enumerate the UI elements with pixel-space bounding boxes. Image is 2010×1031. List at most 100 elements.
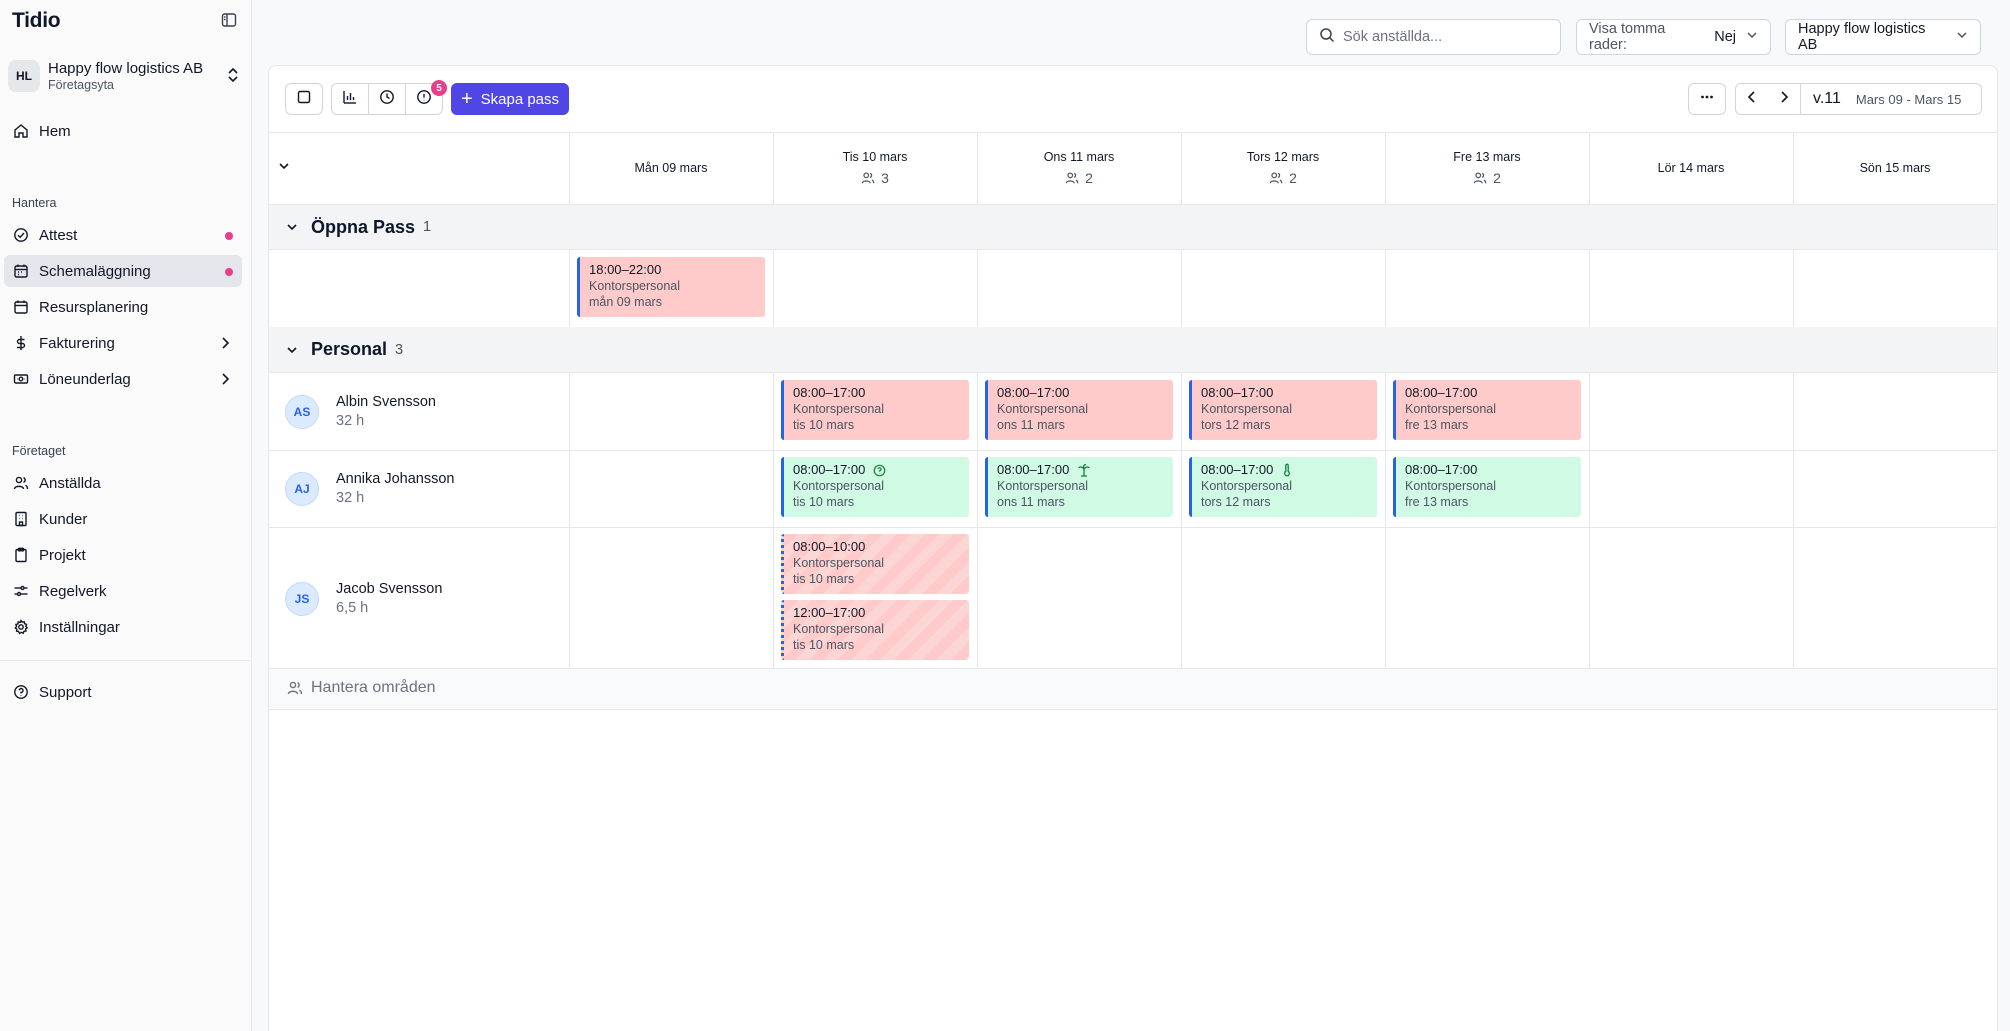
sidebar-item-label: Löneunderlag (39, 370, 131, 388)
search-box[interactable] (1306, 19, 1561, 55)
col-line (977, 132, 978, 204)
sidebar-item-payroll[interactable]: Löneunderlag (4, 363, 242, 395)
day-label: Mån 09 mars (634, 161, 708, 175)
shift-date: tors 12 mars (1201, 418, 1271, 432)
sidebar-item-attest[interactable]: Attest (4, 219, 242, 251)
col-line (1181, 132, 1182, 204)
notification-dot (225, 268, 233, 276)
sidebar-item-resource-planning[interactable]: Resursplanering (4, 291, 242, 323)
group-title: Öppna Pass (311, 216, 416, 237)
sidebar-item-schedule[interactable]: Schemaläggning (4, 255, 242, 287)
sidebar-item-rules[interactable]: Regelverk (4, 575, 242, 607)
workspace-switcher[interactable]: HL Happy flow logistics AB Företagsyta (8, 56, 244, 96)
sidebar-item-employees[interactable]: Anställda (4, 467, 242, 499)
manage-areas-label: Hantera områden (311, 679, 436, 696)
select-all-button[interactable] (285, 83, 323, 115)
collapse-all-button[interactable] (277, 159, 291, 177)
shift-role: Kontorspersonal (997, 402, 1089, 416)
shift-time-row: 08:00–17:00 (1201, 462, 1377, 478)
next-week-button[interactable] (1768, 84, 1800, 114)
col-line (1589, 250, 1590, 327)
shift-card[interactable]: 08:00–17:00 Kontorspersonal ons 11 mars (985, 380, 1173, 440)
week-number[interactable]: v.11 (1813, 90, 1841, 108)
section-label-company: Företaget (12, 444, 66, 458)
employee-row-header[interactable]: AS Albin Svensson 32 h (285, 394, 436, 429)
check-circle-icon (13, 227, 29, 243)
alert-circle-icon (416, 89, 432, 109)
week-range: Mars 09 - Mars 15 (1855, 91, 1962, 107)
search-icon (1319, 27, 1335, 47)
chevrons-up-down-icon (226, 66, 240, 88)
col-line (1589, 132, 1590, 204)
shift-card[interactable]: 08:00–17:00 Kontorspersonal tis 10 mars (781, 380, 969, 440)
group-title: Personal (311, 339, 388, 359)
group-staff[interactable]: Personal 3 (269, 327, 1997, 373)
divider (1800, 84, 1801, 114)
employee-hours: 32 h (336, 413, 365, 429)
sidebar-item-home[interactable]: Hem (4, 115, 242, 147)
col-line (773, 132, 774, 204)
sidebar-item-customers[interactable]: Kunder (4, 503, 242, 535)
row-border (269, 527, 1997, 528)
col-line (1385, 373, 1386, 668)
sidebar-item-label: Kunder (39, 510, 88, 528)
shift-role: Kontorspersonal (1201, 402, 1293, 416)
sidebar-item-invoicing[interactable]: Fakturering (4, 327, 242, 359)
shift-card[interactable]: 08:00–17:00 Kontorspersonal fre 13 mars (1393, 457, 1581, 517)
company-select[interactable]: Happy flow logistics AB (1785, 19, 1981, 55)
shift-card[interactable]: 08:00–17:00 Kontorspersonal tors 12 mars (1189, 380, 1377, 440)
employee-row-header[interactable]: AJ Annika Johansson 32 h (285, 471, 455, 506)
sidebar-item-support[interactable]: Support (4, 676, 242, 708)
sidebar-item-projects[interactable]: Projekt (4, 539, 242, 571)
prev-week-button[interactable] (1736, 84, 1768, 114)
col-line (569, 373, 570, 668)
col-line (1589, 373, 1590, 668)
shift-time: 08:00–17:00 (1405, 385, 1478, 400)
shift-card[interactable]: 08:00–10:00 Kontorspersonal tis 10 mars (781, 534, 969, 594)
users-icon (1065, 172, 1079, 184)
day-label: Tis 10 mars (842, 150, 908, 164)
day-count-value: 2 (1085, 170, 1093, 186)
col-line (1385, 250, 1386, 327)
shift-role: Kontorspersonal (1405, 402, 1497, 416)
day-count-value: 2 (1289, 170, 1297, 186)
employee-name: Annika Johansson (336, 471, 455, 487)
more-options-button[interactable] (1688, 83, 1726, 115)
shift-card[interactable]: 18:00–22:00 Kontorspersonal mån 09 mars (577, 257, 765, 317)
shift-date: ons 11 mars (997, 495, 1065, 509)
shift-card[interactable]: 08:00–17:00 Kontorspersonal ons 11 mars (985, 457, 1173, 517)
users-icon (13, 475, 29, 491)
day-header-5: Lör 14 mars (1589, 132, 1793, 204)
create-shift-button[interactable]: + Skapa pass (451, 83, 569, 115)
day-label: Lör 14 mars (1657, 161, 1725, 175)
employee-row-header[interactable]: JS Jacob Svensson 6,5 h (285, 581, 442, 616)
shift-card[interactable]: 08:00–17:00 Kontorspersonal fre 13 mars (1393, 380, 1581, 440)
history-button[interactable] (368, 83, 406, 115)
palm-tree-icon (1077, 463, 1091, 477)
day-label: Sön 15 mars (1859, 161, 1931, 175)
sidebar-item-label: Resursplanering (39, 298, 149, 316)
shift-time: 08:00–17:00 (997, 462, 1070, 477)
shift-date: fre 13 mars (1405, 418, 1469, 432)
shift-card[interactable]: 08:00–17:00 Kontorspersonal tis 10 mars (781, 457, 969, 517)
col-line (773, 373, 774, 668)
col-line (1793, 373, 1794, 668)
sidebar-item-settings[interactable]: Inställningar (4, 611, 242, 643)
sidebar-toggle-icon[interactable] (218, 9, 240, 31)
shift-card[interactable]: 12:00–17:00 Kontorspersonal tis 10 mars (781, 600, 969, 660)
workspace-name: Happy flow logistics AB (48, 59, 204, 77)
avatar: JS (285, 581, 319, 616)
col-line (1793, 250, 1794, 327)
shift-date: fre 13 mars (1405, 495, 1469, 509)
banknote-icon (13, 371, 29, 387)
group-open-shifts[interactable]: Öppna Pass 1 (269, 204, 1997, 250)
sidebar-item-label: Inställningar (39, 618, 120, 636)
search-input[interactable] (1343, 29, 1543, 45)
empty-rows-select[interactable]: Visa tomma rader: Nej (1576, 19, 1771, 55)
statistics-button[interactable] (331, 83, 369, 115)
day-header-6: Sön 15 mars (1793, 132, 1997, 204)
day-count-value: 2 (1493, 170, 1501, 186)
calendar-icon (13, 299, 29, 315)
manage-areas-button[interactable]: Hantera områden (287, 679, 436, 697)
shift-card[interactable]: 08:00–17:00 Kontorspersonal tors 12 mars (1189, 457, 1377, 517)
